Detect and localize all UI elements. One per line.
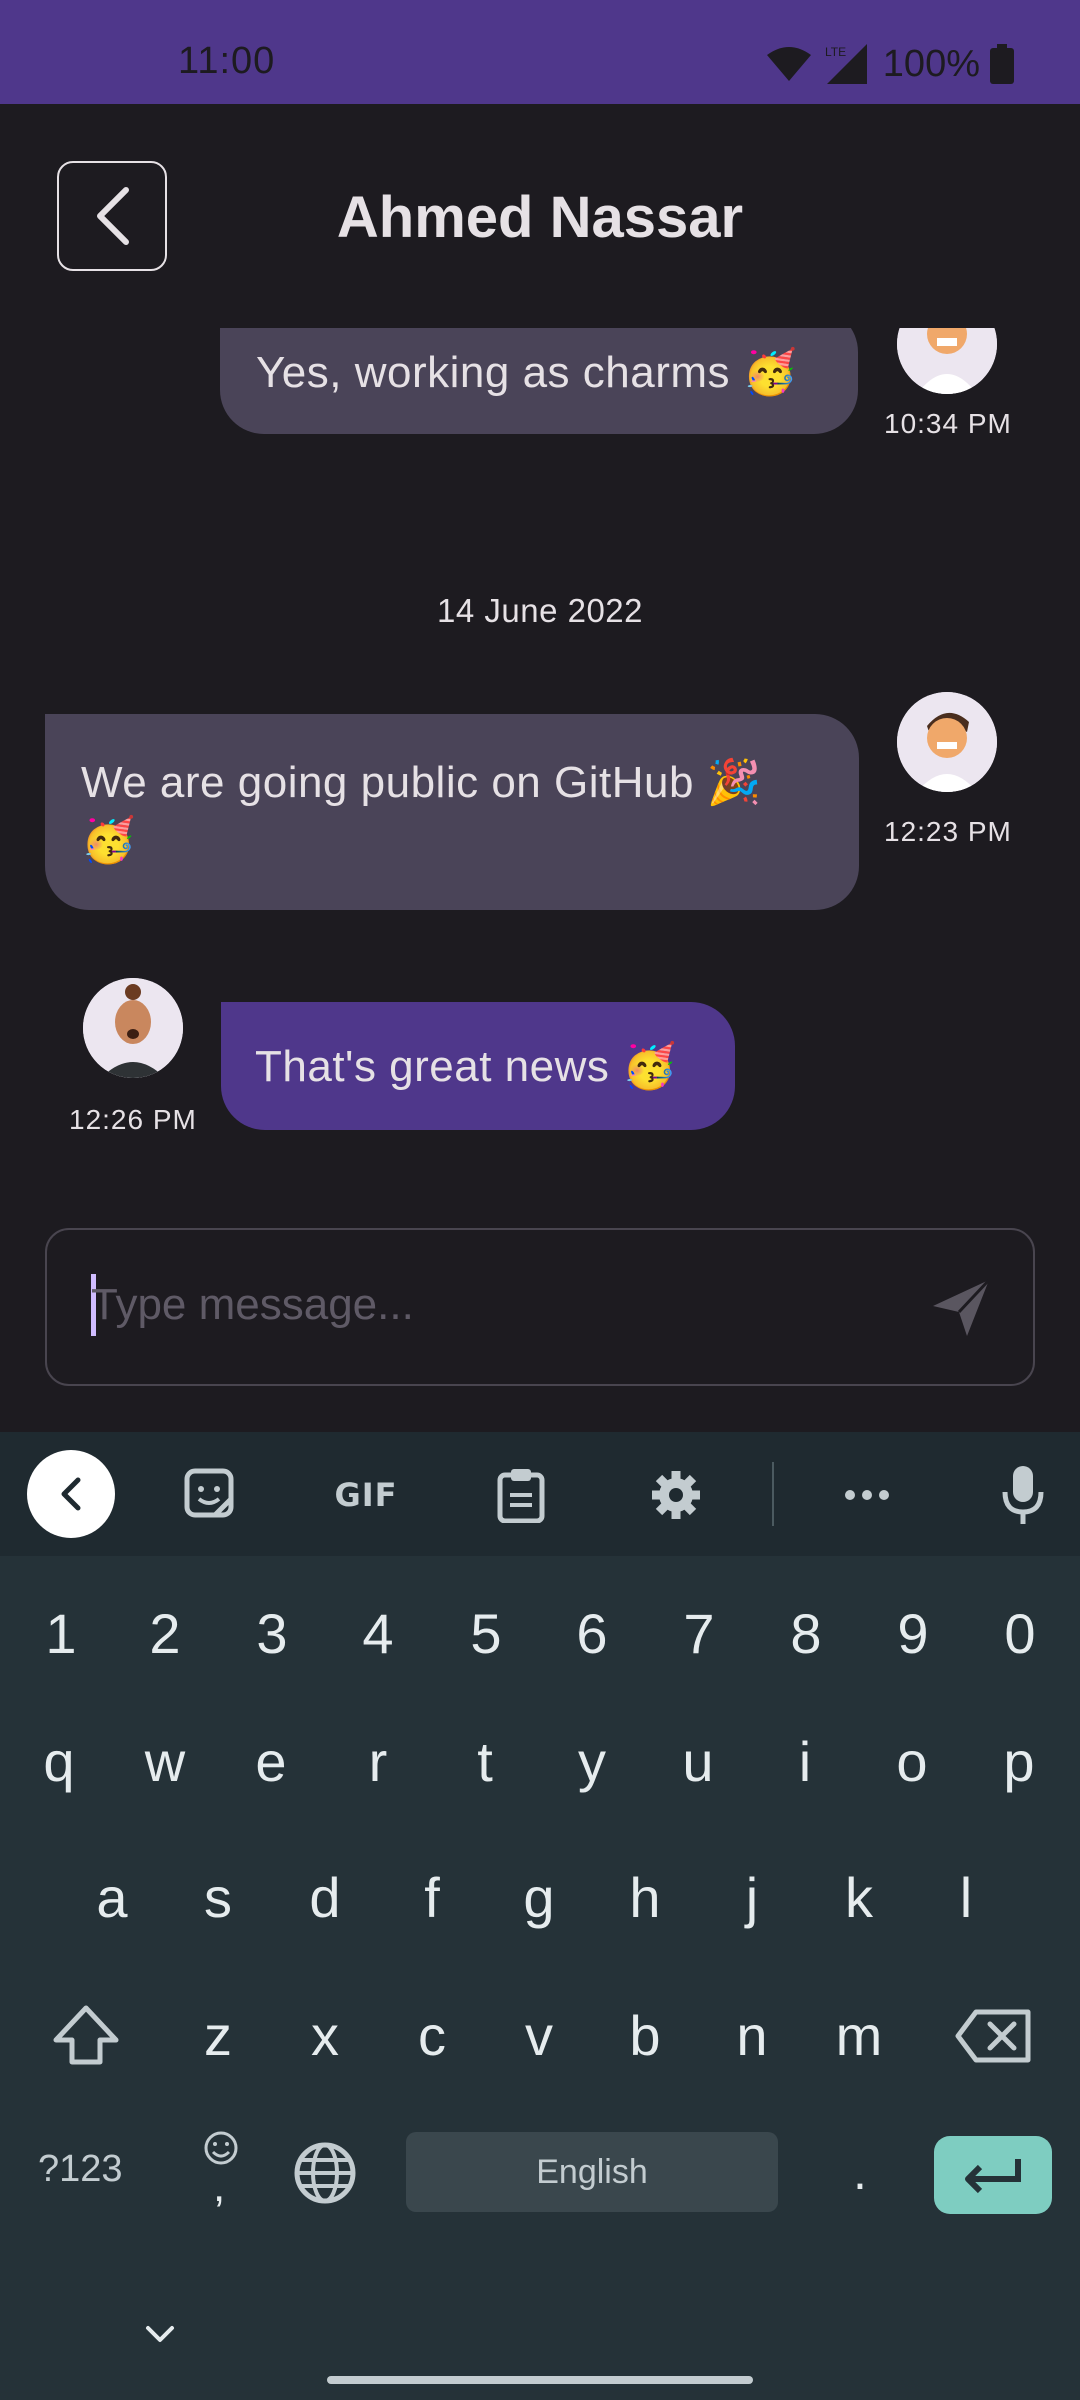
message-list[interactable]: Yes, working as charms 🥳 10:34 PM 14 Jun… xyxy=(0,328,1080,1208)
key-s[interactable]: s xyxy=(178,1858,258,1938)
message-bubble[interactable]: Yes, working as charms 🥳 xyxy=(220,328,858,434)
send-icon xyxy=(933,1278,991,1336)
gear-icon xyxy=(652,1471,700,1519)
key-k[interactable]: k xyxy=(819,1858,899,1938)
lte-signal-icon: LTE xyxy=(825,44,867,84)
message-bubble[interactable]: We are going public on GitHub 🎉 🥳 xyxy=(45,714,859,910)
key-x[interactable]: x xyxy=(285,1996,365,2076)
space-key[interactable]: English xyxy=(406,2132,778,2212)
key-y[interactable]: y xyxy=(552,1722,632,1802)
message-bubble[interactable]: That's great news 🥳 xyxy=(221,1002,735,1130)
sticker-button[interactable] xyxy=(178,1462,244,1528)
more-button[interactable] xyxy=(834,1462,900,1528)
space-label: English xyxy=(536,2152,648,2191)
key-j[interactable]: j xyxy=(712,1858,792,1938)
battery-icon xyxy=(990,44,1014,84)
shift-icon xyxy=(53,2005,119,2065)
backspace-icon xyxy=(955,2009,1031,2063)
key-6[interactable]: 6 xyxy=(552,1594,632,1674)
key-2[interactable]: 2 xyxy=(125,1594,205,1674)
message-composer[interactable] xyxy=(45,1228,1035,1386)
more-horizontal-icon xyxy=(845,1490,889,1500)
key-4[interactable]: 4 xyxy=(338,1594,418,1674)
send-button[interactable] xyxy=(929,1276,993,1340)
collapse-toolbar-button[interactable] xyxy=(27,1450,115,1538)
message-time: 12:26 PM xyxy=(69,1104,197,1135)
voice-input-button[interactable] xyxy=(990,1462,1056,1528)
key-q[interactable]: q xyxy=(19,1722,99,1802)
key-v[interactable]: v xyxy=(499,1996,579,2076)
key-e[interactable]: e xyxy=(231,1722,311,1802)
key-b[interactable]: b xyxy=(605,1996,685,2076)
gif-button[interactable]: GIF xyxy=(330,1462,402,1528)
page-title: Ahmed Nassar xyxy=(336,185,744,250)
key-5[interactable]: 5 xyxy=(446,1594,526,1674)
battery-percent: 100% xyxy=(882,42,980,85)
key-o[interactable]: o xyxy=(872,1722,952,1802)
message-time: 10:34 PM xyxy=(884,408,1012,439)
backspace-key[interactable] xyxy=(954,2006,1034,2066)
key-h[interactable]: h xyxy=(605,1858,685,1938)
keyboard-toolbar: GIF xyxy=(0,1432,1080,1556)
wifi-icon xyxy=(766,47,811,81)
clipboard-button[interactable] xyxy=(488,1462,554,1528)
enter-icon xyxy=(965,2159,1021,2194)
key-d[interactable]: d xyxy=(285,1858,365,1938)
settings-button[interactable] xyxy=(643,1462,709,1528)
key-9[interactable]: 9 xyxy=(873,1594,953,1674)
emoji-comma-key[interactable]: , xyxy=(196,2128,246,2218)
toolbar-divider xyxy=(772,1462,774,1526)
message-input[interactable] xyxy=(91,1270,911,1340)
soft-keyboard: GIF 1 2 3 4 5 6 7 8 9 0 q w e r t y u i … xyxy=(0,1432,1080,2400)
key-f[interactable]: f xyxy=(392,1858,472,1938)
period-key[interactable]: . xyxy=(820,2132,900,2212)
key-u[interactable]: u xyxy=(658,1722,738,1802)
app-bar: Ahmed Nassar xyxy=(0,104,1080,328)
comma-label: , xyxy=(213,2162,226,2211)
key-r[interactable]: r xyxy=(338,1722,418,1802)
message-time: 12:23 PM xyxy=(884,816,1012,847)
key-p[interactable]: p xyxy=(979,1722,1059,1802)
key-i[interactable]: i xyxy=(765,1722,845,1802)
key-n[interactable]: n xyxy=(712,1996,792,2076)
key-1[interactable]: 1 xyxy=(21,1594,101,1674)
enter-key[interactable] xyxy=(934,2136,1052,2214)
key-w[interactable]: w xyxy=(125,1722,205,1802)
key-a[interactable]: a xyxy=(72,1858,152,1938)
status-time: 11:00 xyxy=(178,40,276,82)
key-8[interactable]: 8 xyxy=(766,1594,846,1674)
key-c[interactable]: c xyxy=(392,1996,472,2076)
gif-label: GIF xyxy=(334,1476,398,1514)
language-key[interactable] xyxy=(292,2140,358,2206)
key-3[interactable]: 3 xyxy=(232,1594,312,1674)
sticker-icon xyxy=(184,1468,234,1518)
avatar xyxy=(897,328,997,394)
key-7[interactable]: 7 xyxy=(659,1594,739,1674)
hide-keyboard-button[interactable] xyxy=(140,2320,180,2348)
clipboard-icon xyxy=(497,1469,545,1523)
key-t[interactable]: t xyxy=(445,1722,525,1802)
key-m[interactable]: m xyxy=(819,1996,899,2076)
avatar xyxy=(897,692,997,792)
shift-key[interactable] xyxy=(50,2000,122,2072)
key-z[interactable]: z xyxy=(178,1996,258,2076)
chevron-left-icon xyxy=(61,1477,81,1511)
chevron-down-icon xyxy=(146,2326,174,2342)
avatar xyxy=(83,978,183,1078)
key-l[interactable]: l xyxy=(926,1858,1006,1938)
microphone-icon xyxy=(1002,1466,1044,1524)
key-0[interactable]: 0 xyxy=(980,1594,1060,1674)
status-bar: 11:00 LTE 100% xyxy=(0,0,1080,104)
key-g[interactable]: g xyxy=(499,1858,579,1938)
svg-text:LTE: LTE xyxy=(825,45,846,59)
globe-icon xyxy=(294,2142,356,2204)
symbols-key[interactable]: ?123 xyxy=(38,2148,123,2191)
gesture-nav-handle[interactable] xyxy=(327,2376,753,2384)
date-separator: 14 June 2022 xyxy=(436,592,643,629)
status-icons: LTE 100% xyxy=(766,42,1014,85)
